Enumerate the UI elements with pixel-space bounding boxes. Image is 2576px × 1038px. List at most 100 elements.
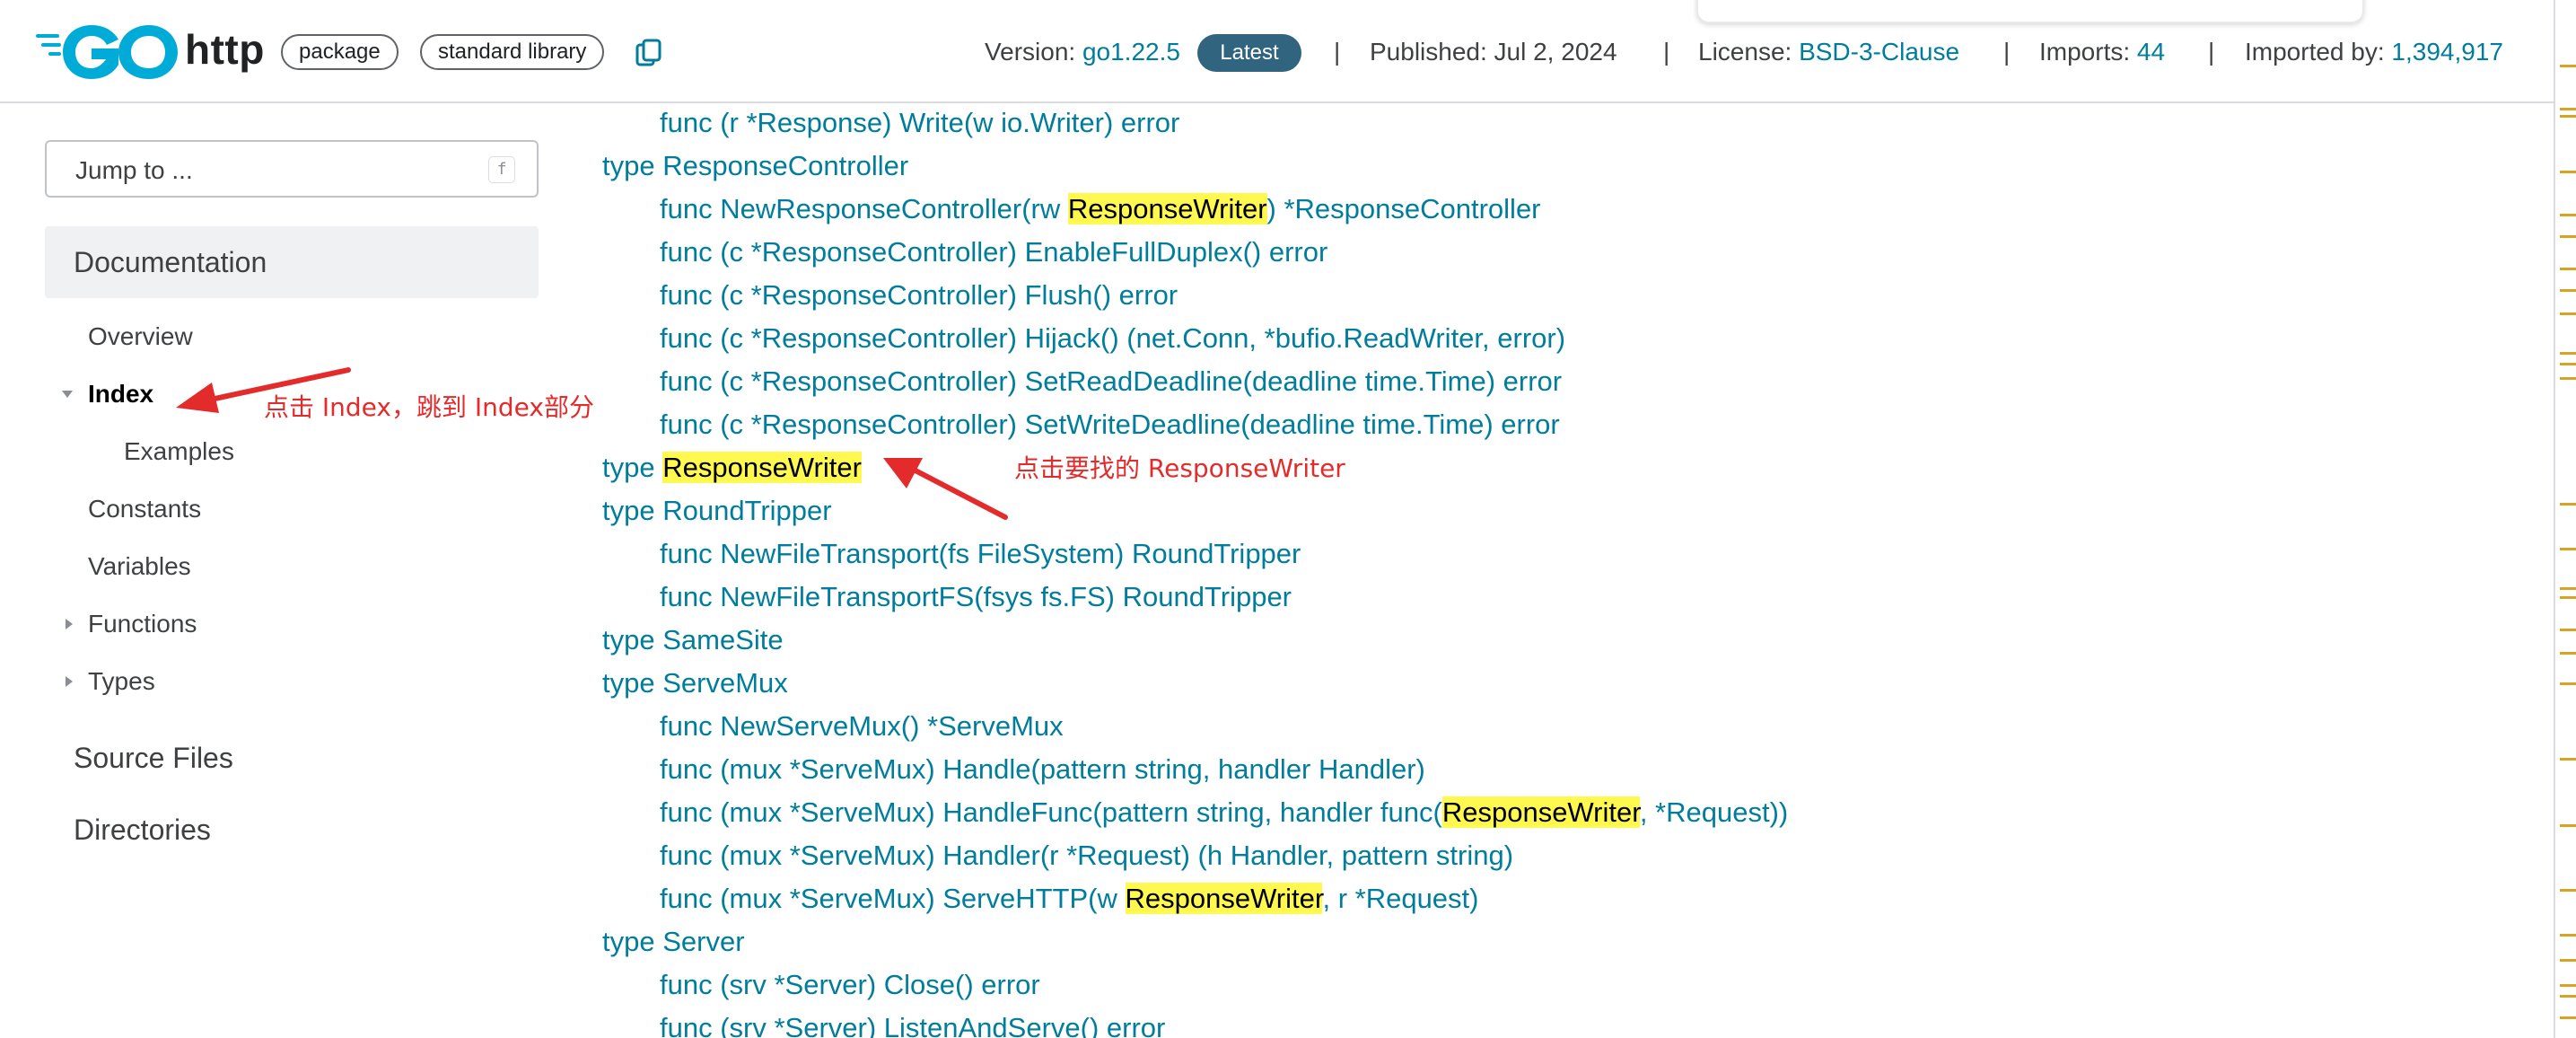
index-func-link[interactable]: func (c *ResponseController) SetWriteDea… — [660, 407, 1560, 443]
separator: | — [2003, 38, 2011, 66]
index-type-link[interactable]: type ServeMux — [602, 665, 788, 701]
red-arrow-icon — [883, 458, 1008, 520]
index-func-link[interactable]: func (c *ResponseController) EnableFullD… — [660, 234, 1327, 270]
chevron-down-icon[interactable] — [61, 388, 74, 400]
chevron-right-icon[interactable] — [63, 618, 75, 630]
directories-link[interactable]: Directories — [74, 812, 211, 848]
responsewriter-annotation: 点击要找的 ResponseWriter — [1014, 453, 1345, 483]
scroll-match-marker — [2560, 235, 2576, 238]
latest-badge[interactable]: Latest — [1197, 34, 1301, 72]
index-func-link[interactable]: func (mux *ServeMux) ServeHTTP(w Respons… — [660, 881, 1478, 917]
scroll-match-marker — [2560, 115, 2576, 118]
index-entry-text: type SameSite — [602, 624, 784, 655]
index-entry-text: func (c *ResponseController) Flush() err… — [660, 279, 1178, 311]
index-func-link[interactable]: func (srv *Server) ListenAndServe() erro… — [660, 1010, 1165, 1038]
scroll-match-marker — [2560, 377, 2576, 380]
go-logo[interactable] — [36, 22, 178, 83]
index-func-link[interactable]: func (mux *ServeMux) Handle(pattern stri… — [660, 752, 1425, 787]
index-entry-text: func (mux *ServeMux) HandleFunc(pattern … — [660, 796, 1442, 828]
published-date: Published: Jul 2, 2024 — [1370, 38, 1617, 66]
index-type-link[interactable]: type Server — [602, 924, 745, 960]
license-info: License: BSD-3-Clause — [1698, 36, 1959, 68]
scroll-match-marker — [2560, 1016, 2576, 1019]
imports-link[interactable]: 44 — [2137, 38, 2165, 66]
index-entry-text: func NewServeMux() *ServeMux — [660, 710, 1064, 742]
index-type-link[interactable]: type ResponseWriter — [602, 450, 862, 486]
version-info: Version: go1.22.5 — [985, 36, 1180, 68]
popover — [1696, 0, 2364, 23]
index-entry-text: func (mux *ServeMux) ServeHTTP(w — [660, 883, 1126, 914]
version-link[interactable]: go1.22.5 — [1082, 38, 1180, 66]
imported-by-info: Imported by: 1,394,917 — [2245, 36, 2503, 68]
scroll-match-marker — [2560, 629, 2576, 631]
sidebar-item-constants[interactable]: Constants — [88, 494, 201, 524]
index-func-link[interactable]: func (c *ResponseController) SetReadDead… — [660, 364, 1562, 400]
scroll-match-marker — [2560, 171, 2576, 173]
index-type-link[interactable]: type ResponseController — [602, 148, 908, 184]
standard-library-chip[interactable]: standard library — [420, 34, 605, 70]
index-type-link[interactable]: type RoundTripper — [602, 493, 832, 529]
sidebar-item-overview[interactable]: Overview — [88, 321, 193, 352]
scroll-match-marker — [2560, 824, 2576, 827]
separator: | — [2208, 38, 2215, 66]
index-func-link[interactable]: func NewResponseController(rw ResponseWr… — [660, 191, 1541, 227]
documentation-heading-label: Documentation — [74, 246, 267, 278]
documentation-heading[interactable]: Documentation — [45, 226, 539, 298]
scroll-match-marker — [2560, 503, 2576, 506]
chevron-right-icon[interactable] — [63, 675, 75, 688]
imports-label: Imports: — [2039, 38, 2131, 66]
sidebar-item-examples[interactable]: Examples — [124, 436, 234, 467]
index-func-link[interactable]: func (srv *Server) Close() error — [660, 967, 1040, 1003]
jump-to-input[interactable]: Jump to ... f — [45, 140, 539, 198]
red-arrow-icon — [176, 367, 351, 413]
scroll-match-marker — [2560, 758, 2576, 761]
index-entry-text: func (c *ResponseController) EnableFullD… — [660, 236, 1328, 268]
index-entry-text: , r *Request) — [1322, 883, 1479, 914]
sidebar-item-functions[interactable]: Functions — [88, 609, 197, 639]
scroll-match-marker — [2560, 548, 2576, 550]
scroll-match-marker — [2560, 587, 2576, 590]
index-func-link[interactable]: func NewFileTransportFS(fsys fs.FS) Roun… — [660, 579, 1292, 615]
copy-icon[interactable] — [634, 38, 664, 68]
index-func-link[interactable]: func (c *ResponseController) Hijack() (n… — [660, 321, 1565, 356]
index-entry-text: func (c *ResponseController) SetReadDead… — [660, 365, 1563, 397]
index-entry-text: func (c *ResponseController) Hijack() (n… — [660, 322, 1566, 354]
scroll-match-marker — [2560, 984, 2576, 987]
imported-by-link[interactable]: 1,394,917 — [2391, 38, 2503, 66]
index-entry-text: type — [602, 452, 663, 483]
sidebar-item-types[interactable]: Types — [88, 666, 155, 697]
index-func-link[interactable]: func NewFileTransport(fs FileSystem) Rou… — [660, 536, 1301, 572]
scroll-match-marker — [2560, 934, 2576, 937]
index-func-link[interactable]: func NewServeMux() *ServeMux — [660, 708, 1064, 744]
separator: | — [1663, 38, 1670, 66]
scroll-match-marker — [2560, 352, 2576, 355]
scroll-match-marker — [2560, 959, 2576, 962]
source-files-link[interactable]: Source Files — [74, 740, 233, 776]
index-type-link[interactable]: type SameSite — [602, 622, 784, 658]
imports-info: Imports: 44 — [2039, 36, 2165, 68]
index-entry-text: func (r *Response) Write(w io.Writer) er… — [660, 107, 1180, 138]
search-highlight: ResponseWriter — [662, 452, 862, 483]
sidebar-item-variables[interactable]: Variables — [88, 551, 191, 582]
index-entry-text: func (srv *Server) Close() error — [660, 969, 1040, 1000]
index-entry-text: type ResponseController — [602, 150, 909, 181]
scroll-match-marker — [2560, 682, 2576, 685]
scroll-match-marker — [2560, 889, 2576, 892]
index-func-link[interactable]: func (mux *ServeMux) Handler(r *Request)… — [660, 838, 1513, 874]
license-link[interactable]: BSD-3-Clause — [1799, 38, 1959, 66]
index-entry-text: func NewFileTransport(fs FileSystem) Rou… — [660, 538, 1301, 569]
index-entry-text: ) *ResponseController — [1266, 193, 1541, 224]
go-logo-icon — [36, 25, 178, 79]
license-label: License: — [1698, 38, 1792, 66]
scroll-indicator[interactable] — [2554, 0, 2576, 1038]
package-chip: package — [281, 34, 399, 70]
version-label: Version: — [985, 38, 1076, 66]
index-entry-text: type RoundTripper — [602, 495, 832, 526]
sidebar-item-index[interactable]: Index — [88, 379, 153, 409]
search-highlight: ResponseWriter — [1067, 193, 1267, 224]
index-func-link[interactable]: func (c *ResponseController) Flush() err… — [660, 277, 1178, 313]
index-entry-text: func (mux *ServeMux) Handle(pattern stri… — [660, 753, 1425, 785]
index-func-link[interactable]: func (r *Response) Write(w io.Writer) er… — [660, 105, 1179, 141]
scroll-match-marker — [2560, 596, 2576, 599]
index-func-link[interactable]: func (mux *ServeMux) HandleFunc(pattern … — [660, 795, 1788, 831]
